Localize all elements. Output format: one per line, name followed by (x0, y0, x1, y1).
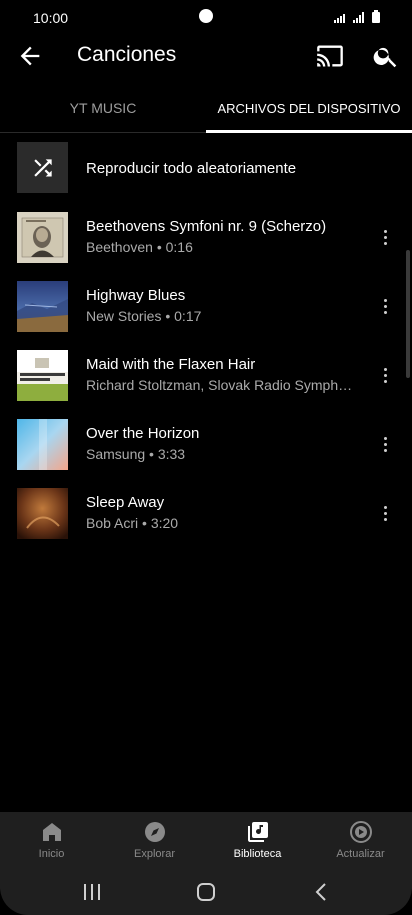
more-options-button[interactable] (375, 291, 395, 321)
nav-upgrade[interactable]: Actualizar (309, 812, 412, 870)
battery-icon (372, 10, 380, 23)
tab-device-files[interactable]: ARCHIVOS DEL DISPOSITIVO (206, 84, 412, 133)
upgrade-icon (349, 821, 372, 843)
song-subtitle: Beethoven • 0:16 (86, 239, 193, 255)
recent-apps-icon[interactable] (80, 880, 104, 904)
search-icon (373, 47, 397, 68)
shuffle-icon (33, 158, 52, 177)
shuffle-all-row[interactable]: Reproducir todo aleatoriamente (0, 138, 412, 198)
library-icon (247, 822, 268, 842)
more-options-button[interactable] (375, 360, 395, 390)
nav-label: Inicio (38, 848, 65, 860)
album-art (17, 419, 68, 470)
more-vert-icon (383, 229, 387, 233)
more-options-button[interactable] (375, 222, 395, 252)
song-subtitle: Samsung • 3:33 (86, 446, 186, 462)
cast-button[interactable] (316, 42, 344, 70)
song-row[interactable]: Maid with the Flaxen Hair Richard Stoltz… (0, 340, 412, 409)
tab-bar: YT MUSIC ARCHIVOS DEL DISPOSITIVO (0, 84, 412, 133)
cast-icon (317, 45, 343, 67)
song-title: Over the Horizon (86, 425, 200, 442)
home-button-icon[interactable] (194, 880, 218, 904)
song-subtitle: Richard Stoltzman, Slovak Radio Symph… (86, 377, 353, 393)
more-vert-icon (383, 367, 387, 371)
more-vert-icon (383, 298, 387, 302)
home-icon (42, 823, 61, 841)
song-row[interactable]: Over the Horizon Samsung • 3:33 (0, 409, 412, 478)
back-button[interactable] (16, 42, 44, 70)
song-title: Sleep Away (86, 494, 165, 511)
bottom-navigation: Inicio Explorar Biblioteca Actualizar (0, 812, 412, 870)
nav-label: Actualizar (336, 848, 385, 860)
song-row[interactable]: Sleep Away Bob Acri • 3:20 (0, 478, 412, 547)
song-row[interactable]: Highway Blues New Stories • 0:17 (0, 271, 412, 340)
nav-home[interactable]: Inicio (0, 812, 103, 870)
wifi-icon (334, 14, 345, 23)
status-icons (334, 10, 380, 23)
scrollbar[interactable] (406, 250, 410, 378)
status-bar: 10:00 (0, 0, 412, 36)
album-art (17, 350, 68, 401)
song-subtitle: Bob Acri • 3:20 (86, 515, 179, 531)
nav-library[interactable]: Biblioteca (206, 812, 309, 870)
tab-yt-music[interactable]: YT MUSIC (0, 84, 206, 132)
search-button[interactable] (372, 42, 400, 70)
signal-icon (353, 12, 364, 23)
more-vert-icon (383, 505, 387, 509)
nav-explore[interactable]: Explorar (103, 812, 206, 870)
more-vert-icon (383, 436, 387, 440)
system-navigation-bar (0, 870, 412, 915)
app-bar: Canciones (0, 36, 412, 76)
shuffle-label: Reproducir todo aleatoriamente (86, 160, 297, 177)
song-subtitle: New Stories • 0:17 (86, 308, 202, 324)
album-art (17, 281, 68, 332)
compass-icon (144, 822, 165, 842)
song-title: Maid with the Flaxen Hair (86, 356, 256, 373)
front-camera (199, 9, 213, 23)
more-options-button[interactable] (375, 429, 395, 459)
back-nav-icon[interactable] (310, 880, 334, 904)
phone-screen: 10:00 Canciones YT MUSIC ARCHIVOS DEL DI… (0, 0, 412, 915)
shuffle-tile (17, 142, 68, 193)
album-art (17, 212, 68, 263)
song-row[interactable]: Beethovens Symfoni nr. 9 (Scherzo) Beeth… (0, 202, 412, 271)
more-options-button[interactable] (375, 498, 395, 528)
status-time: 10:00 (33, 10, 69, 26)
song-title: Beethovens Symfoni nr. 9 (Scherzo) (86, 218, 327, 235)
nav-label: Biblioteca (233, 848, 282, 860)
page-title: Canciones (77, 43, 177, 66)
nav-label: Explorar (134, 848, 175, 860)
album-art (17, 488, 68, 539)
song-title: Highway Blues (86, 287, 186, 304)
arrow-back-icon (20, 46, 40, 66)
